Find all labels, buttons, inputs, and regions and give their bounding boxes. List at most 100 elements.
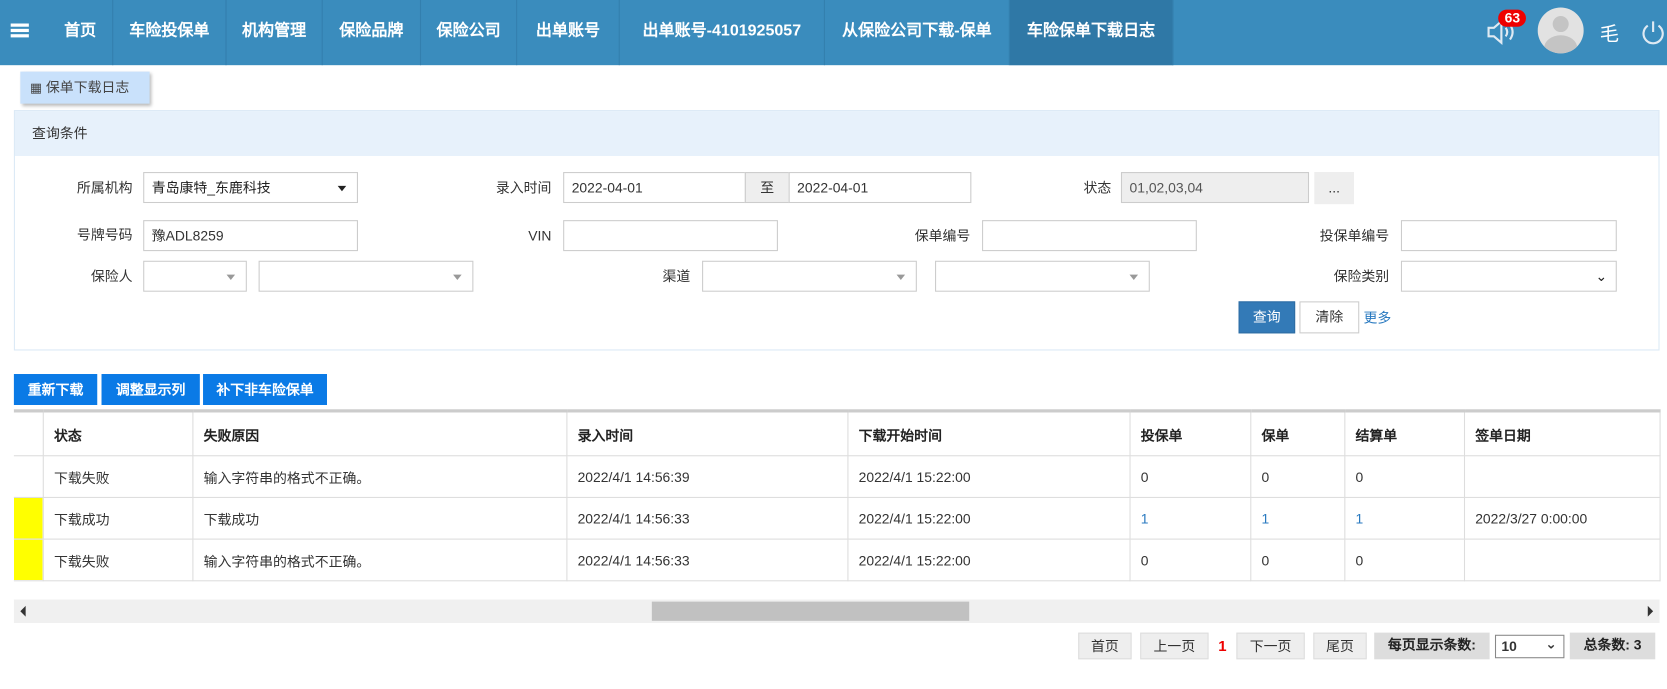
current-page: 1 (1218, 636, 1227, 654)
cell-settlement: 0 (1344, 455, 1465, 498)
horizontal-scrollbar[interactable] (13, 599, 1660, 623)
nav-download-policy[interactable]: 从保险公司下载-保单 (825, 0, 1010, 66)
cell-reason: 下载成功 (192, 496, 567, 540)
plate-label: 号牌号码 (76, 226, 133, 243)
proposal-no-label: 投保单编号 (1319, 227, 1390, 244)
org-label: 所属机构 (76, 179, 133, 196)
column-entry-time[interactable]: 录入时间 (566, 409, 848, 457)
next-page-button[interactable]: 下一页 (1236, 632, 1305, 660)
vin-input[interactable] (563, 220, 778, 252)
plate-input[interactable]: 豫ADL8259 (143, 220, 358, 252)
nav-proposal[interactable]: 车险投保单 (113, 0, 227, 66)
insurer-label: 保险人 (90, 268, 133, 285)
cell-entry-time: 2022/4/1 14:56:39 (566, 455, 848, 498)
table-row[interactable]: 下载成功 下载成功 2022/4/1 14:56:33 2022/4/1 15:22:… (13, 496, 1661, 540)
cell-download-start: 2022/4/1 15:22:00 (847, 455, 1131, 498)
cell-settlement[interactable]: 1 (1344, 496, 1465, 540)
proposal-no-input[interactable] (1400, 220, 1617, 252)
panel-title: 查询条件 (14, 111, 1659, 157)
scroll-left-icon[interactable] (20, 605, 26, 617)
nav-download-log[interactable]: 车险保单下载日志 (1009, 0, 1174, 66)
nav-account-detail[interactable]: 出单账号-4101925057 (620, 0, 825, 66)
nav-account[interactable]: 出单账号 (517, 0, 620, 66)
column-proposal[interactable]: 投保单 (1129, 409, 1251, 457)
status-input[interactable]: 01,02,03,04 (1120, 172, 1310, 204)
channel-select-2[interactable] (935, 260, 1150, 292)
cell-policy[interactable]: 1 (1250, 496, 1345, 540)
first-page-button[interactable]: 首页 (1078, 632, 1132, 660)
cell-proposal: 0 (1129, 455, 1251, 498)
last-page-button[interactable]: 尾页 (1313, 632, 1367, 660)
column-settlement[interactable]: 结算单 (1344, 409, 1465, 457)
channel-select-1[interactable] (702, 260, 917, 292)
cell-policy: 0 (1250, 455, 1345, 498)
cell-download-start: 2022/4/1 15:22:00 (847, 496, 1131, 540)
cell-download-start: 2022/4/1 15:22:00 (847, 538, 1131, 582)
policy-no-input[interactable] (982, 220, 1197, 252)
column-sign-date[interactable]: 签单日期 (1463, 409, 1661, 457)
scroll-right-icon[interactable] (1647, 605, 1654, 617)
cell-policy: 0 (1250, 538, 1345, 582)
prev-page-button[interactable]: 上一页 (1140, 632, 1209, 660)
nav-home[interactable]: 首页 (48, 0, 114, 66)
channel-label: 渠道 (662, 268, 691, 285)
cell-status: 下载失败 (42, 455, 193, 498)
column-status[interactable]: 状态 (42, 409, 193, 457)
time-label: 录入时间 (495, 179, 552, 196)
redownload-button[interactable]: 重新下载 (13, 374, 98, 405)
tab-label: 保单下载日志 (45, 79, 130, 96)
log-table: 状态 失败原因 录入时间 下载开始时间 投保单 保单 结算单 签单日期 下载失败… (13, 409, 1661, 582)
row-marker (13, 455, 44, 498)
policy-no-label: 保单编号 (914, 227, 971, 244)
total-count: 总条数: 3 (1569, 632, 1656, 660)
top-nav: 首页 车险投保单 机构管理 保险品牌 保险公司 出单账号 出单账号-410192… (0, 0, 1667, 66)
vin-label: VIN (528, 227, 552, 244)
column-policy[interactable]: 保单 (1250, 409, 1345, 457)
scrollbar-thumb[interactable] (651, 601, 970, 621)
column-reason[interactable]: 失败原因 (192, 409, 567, 457)
table-row[interactable]: 下载失败 输入字符串的格式不正确。 2022/4/1 14:56:33 2022/4/… (13, 538, 1661, 582)
cell-proposal: 0 (1129, 538, 1251, 582)
cell-status: 下载成功 (42, 496, 193, 540)
cell-settlement: 0 (1344, 538, 1465, 582)
insurer-select-1[interactable] (143, 260, 247, 292)
row-marker (13, 496, 44, 540)
column-marker (13, 409, 44, 457)
cell-reason: 输入字符串的格式不正确。 (192, 455, 567, 498)
nav-org[interactable]: 机构管理 (227, 0, 323, 66)
row-marker (13, 538, 44, 582)
tab-download-log[interactable]: ▦ 保单下载日志 (20, 71, 150, 104)
time-to-input[interactable]: 2022-04-01 (788, 172, 972, 204)
nav-brand[interactable]: 保险品牌 (323, 0, 422, 66)
cell-entry-time: 2022/4/1 14:56:33 (566, 538, 848, 582)
adjust-columns-button[interactable]: 调整显示列 (101, 374, 200, 405)
download-noncar-button[interactable]: 补下非车险保单 (203, 374, 327, 405)
status-picker-button[interactable]: ... (1314, 172, 1354, 205)
column-download-start[interactable]: 下载开始时间 (847, 409, 1131, 457)
time-from-input[interactable]: 2022-04-01 (563, 172, 746, 204)
per-page-label: 每页显示条数: (1374, 632, 1490, 660)
insurance-type-select[interactable]: ⌄ (1400, 260, 1617, 292)
user-name[interactable]: 毛 (1600, 19, 1619, 47)
table-row[interactable]: 下载失败 输入字符串的格式不正确。 2022/4/1 14:56:39 2022/4/… (13, 455, 1661, 498)
avatar[interactable] (1537, 7, 1584, 54)
cell-sign-date (1463, 455, 1661, 498)
menu-icon[interactable] (10, 23, 29, 40)
clear-button[interactable]: 清除 (1299, 301, 1360, 334)
insurer-select-2[interactable] (258, 260, 474, 292)
cell-sign-date: 2022/3/27 0:00:00 (1463, 496, 1661, 540)
search-button[interactable]: 查询 (1238, 301, 1296, 334)
grid-icon: ▦ (29, 80, 43, 96)
power-icon[interactable] (1640, 19, 1666, 45)
more-link[interactable]: 更多 (1364, 307, 1392, 327)
cell-reason: 输入字符串的格式不正确。 (192, 538, 567, 582)
table-header: 状态 失败原因 录入时间 下载开始时间 投保单 保单 结算单 签单日期 (13, 409, 1661, 457)
insurance-type-label: 保险类别 (1333, 268, 1390, 285)
cell-entry-time: 2022/4/1 14:56:33 (566, 496, 848, 540)
cell-proposal[interactable]: 1 (1129, 496, 1251, 540)
cell-status: 下载失败 (42, 538, 193, 582)
per-page-select[interactable]: 10 ⌄ (1494, 634, 1565, 659)
status-label: 状态 (1083, 179, 1112, 196)
org-select[interactable]: 青岛康特_东鹿科技 (143, 172, 358, 204)
nav-company[interactable]: 保险公司 (421, 0, 518, 66)
